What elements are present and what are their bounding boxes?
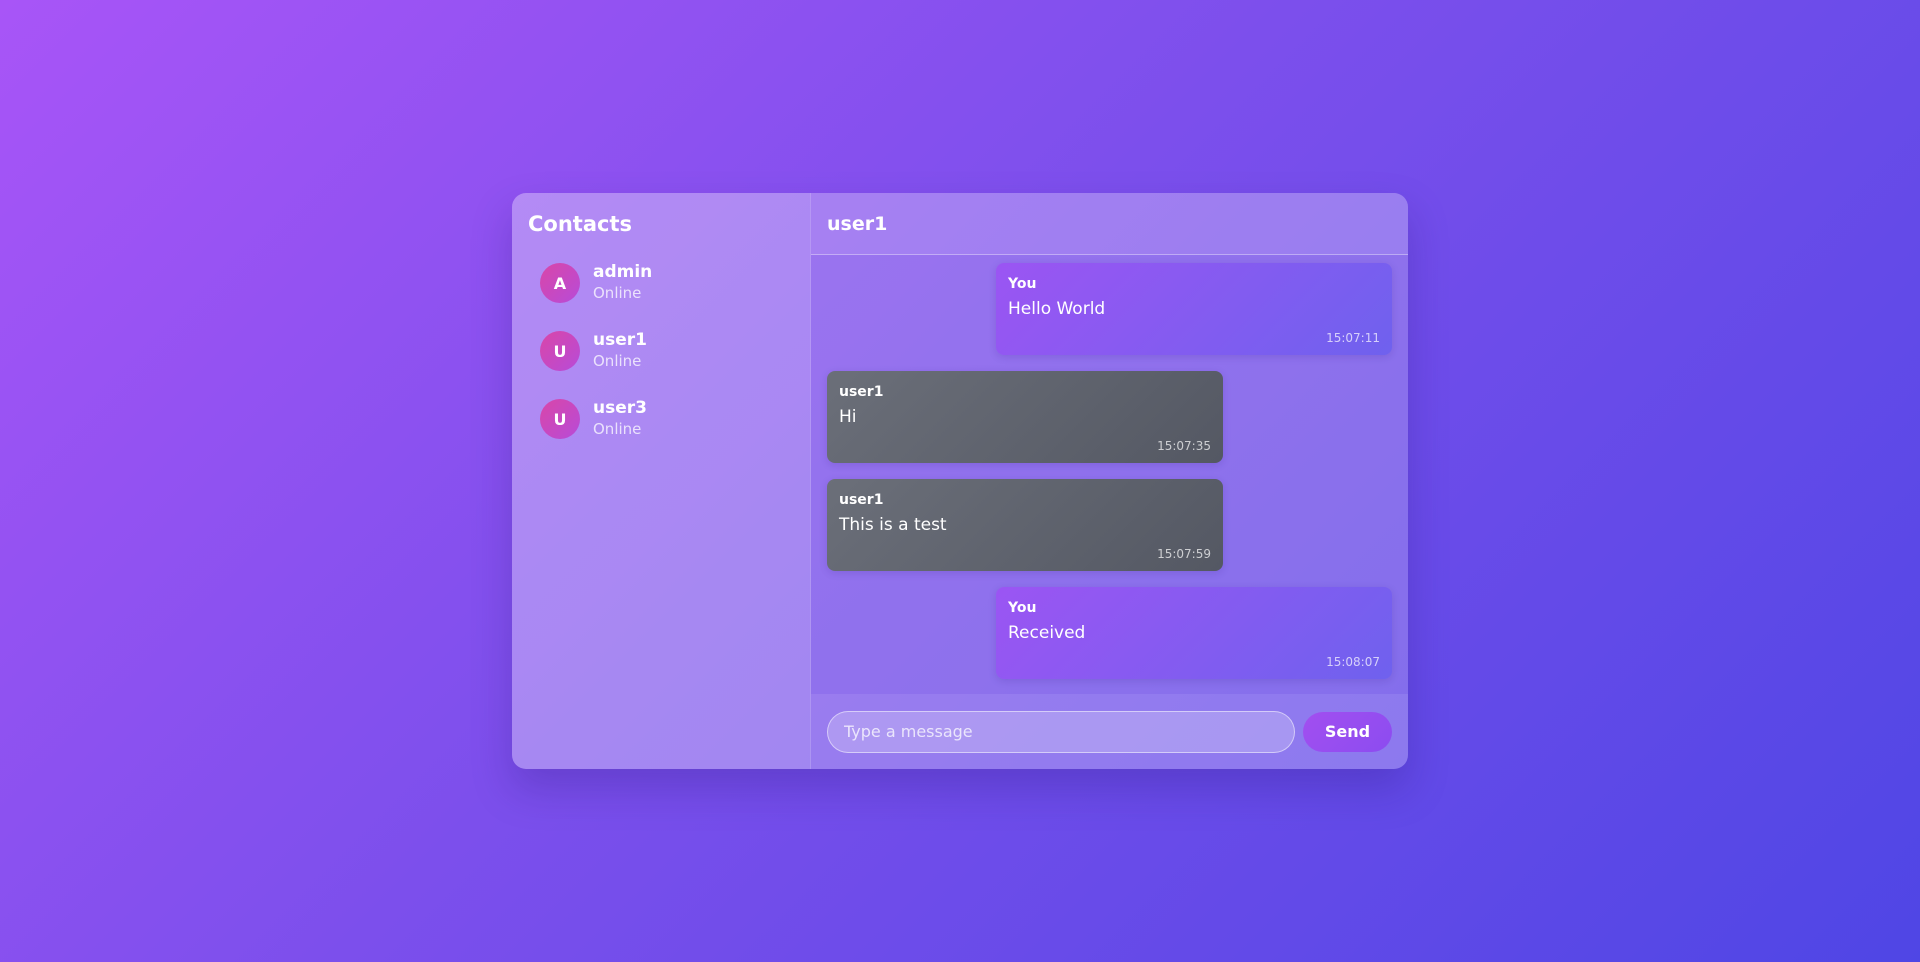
contact-item-user1[interactable]: U user1 Online bbox=[528, 321, 794, 381]
message-bubble-own: You Received 15:08:07 bbox=[996, 587, 1392, 679]
avatar: U bbox=[540, 331, 580, 371]
message-sender: You bbox=[1008, 600, 1037, 616]
message-text: Hi bbox=[839, 407, 857, 427]
chat-title: user1 bbox=[827, 212, 888, 235]
message-timestamp: 15:08:07 bbox=[1326, 655, 1380, 669]
contact-name: user1 bbox=[593, 330, 647, 350]
contact-info: user3 Online bbox=[593, 398, 647, 440]
contact-item-user3[interactable]: U user3 Online bbox=[528, 389, 794, 449]
message-timestamp: 15:07:11 bbox=[1326, 331, 1380, 345]
message-text: This is a test bbox=[839, 515, 947, 535]
message-bubble-own: You Hello World 15:07:11 bbox=[996, 263, 1392, 355]
message-bubble-other: user1 Hi 15:07:35 bbox=[827, 371, 1223, 463]
message-sender: user1 bbox=[839, 384, 884, 400]
contact-info: user1 Online bbox=[593, 330, 647, 372]
message-bubble-other: user1 This is a test 15:07:59 bbox=[827, 479, 1223, 571]
chat-panel: user1 You Hello World 15:07:11 user1 Hi … bbox=[811, 193, 1408, 769]
message-sender: You bbox=[1008, 276, 1037, 292]
avatar: A bbox=[540, 263, 580, 303]
message-sender: user1 bbox=[839, 492, 884, 508]
chat-app-window: Contacts A admin Online U user1 Online U… bbox=[512, 193, 1408, 769]
contacts-title: Contacts bbox=[528, 212, 632, 236]
message-text: Hello World bbox=[1008, 299, 1106, 319]
contact-name: user3 bbox=[593, 398, 647, 418]
avatar: U bbox=[540, 399, 580, 439]
message-input[interactable] bbox=[827, 710, 1295, 753]
contact-name: admin bbox=[593, 262, 653, 282]
contact-info: admin Online bbox=[593, 262, 652, 304]
message-composer: Send bbox=[811, 694, 1408, 769]
message-timestamp: 15:07:35 bbox=[1157, 439, 1211, 453]
message-text: Received bbox=[1008, 623, 1086, 643]
contact-status: Online bbox=[593, 352, 642, 370]
chat-header: user1 bbox=[811, 193, 1408, 255]
contacts-sidebar: Contacts A admin Online U user1 Online U… bbox=[512, 193, 811, 769]
message-list[interactable]: You Hello World 15:07:11 user1 Hi 15:07:… bbox=[811, 255, 1408, 694]
message-timestamp: 15:07:59 bbox=[1157, 547, 1211, 561]
contact-status: Online bbox=[593, 420, 642, 438]
send-button[interactable]: Send bbox=[1303, 711, 1392, 752]
contact-status: Online bbox=[593, 284, 642, 302]
contact-item-admin[interactable]: A admin Online bbox=[528, 253, 794, 313]
